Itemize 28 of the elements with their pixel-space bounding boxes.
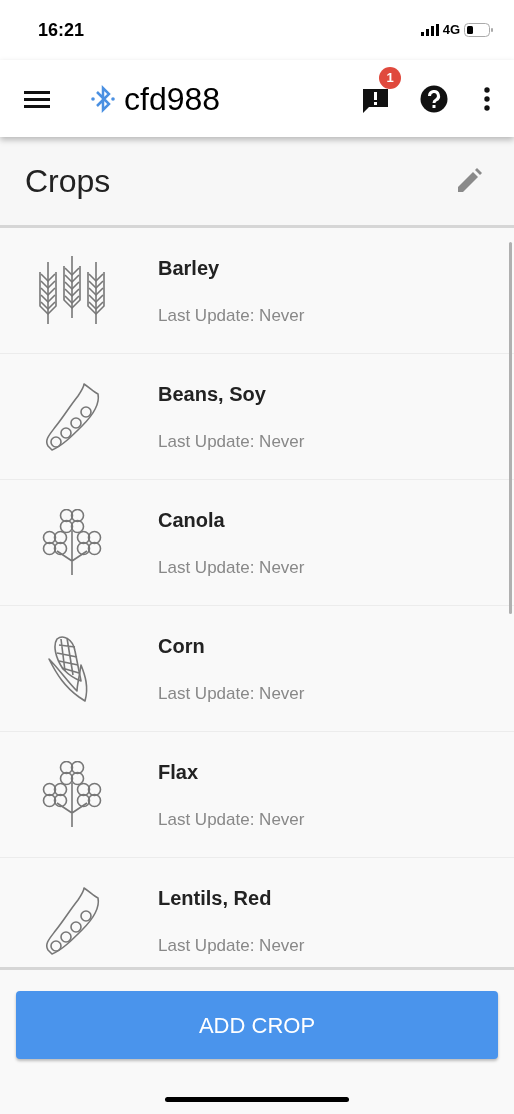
last-update-text: Last Update: Never [158, 934, 305, 957]
last-update-text: Last Update: Never [158, 430, 305, 453]
last-update-text: Last Update: Never [158, 304, 305, 327]
device-name: cfd988 [124, 79, 221, 119]
crop-name: Beans, Soy [158, 381, 267, 407]
crop-name: Lentils, Red [158, 885, 273, 911]
last-update-text: Last Update: Never [158, 682, 305, 705]
notification-badge: 1 [379, 66, 401, 89]
more-icon[interactable] [484, 86, 490, 111]
signal-icon [420, 24, 439, 36]
last-update-text: Last Update: Never [158, 808, 305, 831]
crop-name: Corn [158, 633, 206, 659]
alert-icon[interactable] [363, 88, 388, 115]
status-time: 16:21 [38, 18, 85, 42]
bluetooth-icon [90, 83, 116, 114]
menu-icon[interactable] [24, 89, 50, 108]
crop-name: Flax [158, 759, 200, 785]
flower-icon [41, 508, 103, 577]
edit-icon[interactable] [456, 168, 482, 194]
battery-icon [464, 23, 494, 37]
crop-name: Barley [158, 255, 221, 281]
network-label: 4G [442, 21, 460, 40]
help-icon[interactable] [420, 84, 448, 113]
last-update-text: Last Update: Never [158, 556, 305, 579]
section-title: Crops [25, 162, 111, 201]
crop-name: Canola [158, 507, 226, 533]
scrollbar[interactable] [509, 242, 512, 614]
flower-icon [41, 760, 103, 829]
